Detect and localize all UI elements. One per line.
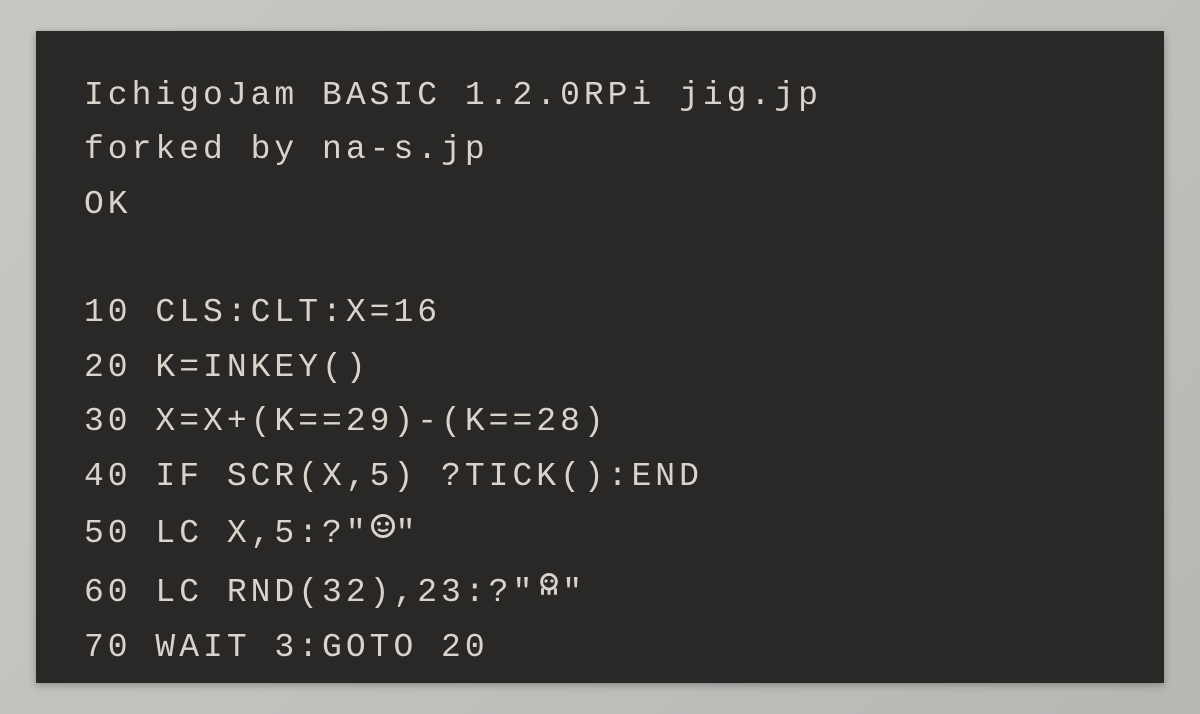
blank-line [84,232,1116,286]
enemy-sprite-icon [536,563,562,617]
code-line-40: 40 IF SCR(X,5) ?TICK():END [84,450,1116,504]
code-line-60: 60 LC RND(32),23:?"" [84,563,1116,621]
prompt-ok: OK [84,178,1116,232]
code-line-10: 10 CLS:CLT:X=16 [84,286,1116,340]
terminal-screen[interactable]: IchigoJam BASIC 1.2.0RPi jig.jp forked b… [36,31,1164,683]
player-sprite-icon [370,504,396,558]
header-line-1: IchigoJam BASIC 1.2.0RPi jig.jp [84,69,1116,123]
code-line-20: 20 K=INKEY() [84,341,1116,395]
header-line-2: forked by na-s.jp [84,123,1116,177]
code-line-30: 30 X=X+(K==29)-(K==28) [84,395,1116,449]
code-line-70: 70 WAIT 3:GOTO 20 [84,621,1116,675]
code-line-50: 50 LC X,5:?"" [84,504,1116,562]
